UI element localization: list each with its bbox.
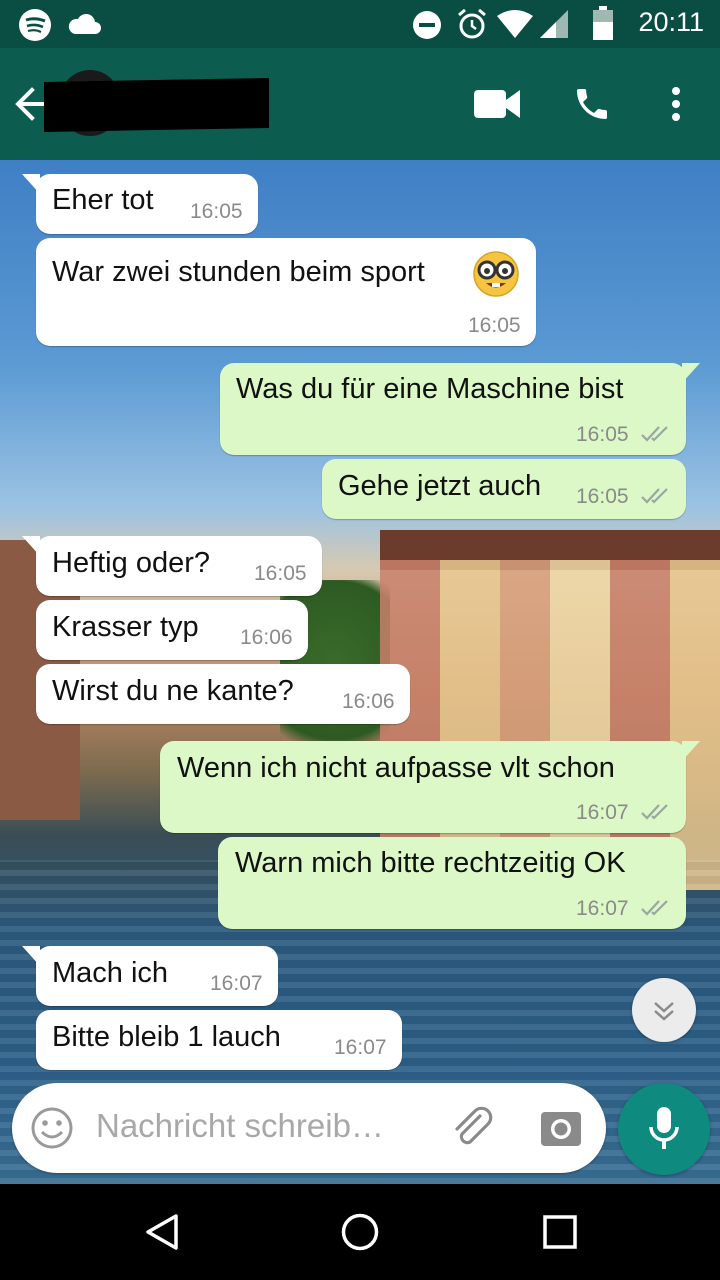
message-time: 16:05: [254, 562, 307, 585]
read-ticks-icon: [641, 426, 668, 442]
message-time: 16:07: [334, 1036, 387, 1059]
message-text: Wenn ich nicht aufpasse vlt schon: [177, 752, 615, 784]
message-time: 16:05: [468, 314, 521, 337]
read-ticks-icon: [641, 900, 668, 916]
emoji-icon[interactable]: [30, 1106, 74, 1150]
video-call-icon[interactable]: [474, 88, 520, 120]
message-text: Wirst du ne kante?: [52, 675, 294, 707]
message-text: Mach ich: [52, 957, 169, 989]
message-time: 16:05: [190, 200, 243, 223]
message-time: 16:06: [240, 626, 293, 649]
message-text: Krasser typ: [52, 611, 199, 643]
mic-icon: [649, 1107, 679, 1149]
message-text: Warn mich bitte rechtzeitig OK: [235, 847, 626, 879]
read-ticks-icon: [641, 488, 668, 504]
do-not-disturb-icon: [413, 11, 441, 39]
alarm-icon: [458, 8, 486, 39]
phone-icon[interactable]: [572, 84, 612, 124]
camera-icon[interactable]: [540, 1108, 582, 1148]
message-time: 16:06: [342, 690, 395, 713]
message-text: Heftig oder?: [52, 547, 210, 579]
clock: 20:11: [638, 7, 704, 37]
system-navigation-bar: [0, 1184, 720, 1280]
home-circle-icon[interactable]: [340, 1212, 380, 1252]
wifi-icon: [497, 10, 533, 38]
message-input[interactable]: Nachricht schreib…: [96, 1107, 384, 1145]
message-bubble-incoming[interactable]: [36, 238, 536, 346]
attach-icon[interactable]: [450, 1106, 496, 1150]
message-text: Bitte bleib 1 lauch: [52, 1021, 281, 1053]
scroll-to-bottom-button[interactable]: [632, 978, 696, 1042]
back-triangle-icon[interactable]: [142, 1212, 182, 1252]
recents-square-icon[interactable]: [542, 1214, 578, 1250]
message-time: 16:07: [210, 972, 263, 995]
contact-name-redacted[interactable]: [44, 78, 269, 132]
spotify-icon: [19, 9, 51, 41]
message-text: Gehe jetzt auch: [338, 470, 542, 502]
nerd-face-emoji: [473, 251, 519, 297]
message-text: Eher tot: [52, 184, 154, 216]
double-chevron-down-icon: [654, 1002, 674, 1021]
message-text: Was du für eine Maschine bist: [236, 373, 624, 405]
message-time: 16:05: [576, 423, 629, 446]
more-vert-icon[interactable]: [668, 86, 684, 122]
message-time: 16:05: [576, 485, 629, 508]
signal-icon: [540, 10, 568, 38]
message-text: War zwei stunden beim sport: [52, 256, 425, 288]
battery-icon: [593, 6, 613, 40]
cloud-icon: [68, 14, 101, 34]
status-bar: 20:11: [0, 0, 720, 48]
voice-message-button[interactable]: [618, 1083, 710, 1175]
read-ticks-icon: [641, 804, 668, 820]
message-time: 16:07: [576, 897, 629, 920]
message-time: 16:07: [576, 801, 629, 824]
